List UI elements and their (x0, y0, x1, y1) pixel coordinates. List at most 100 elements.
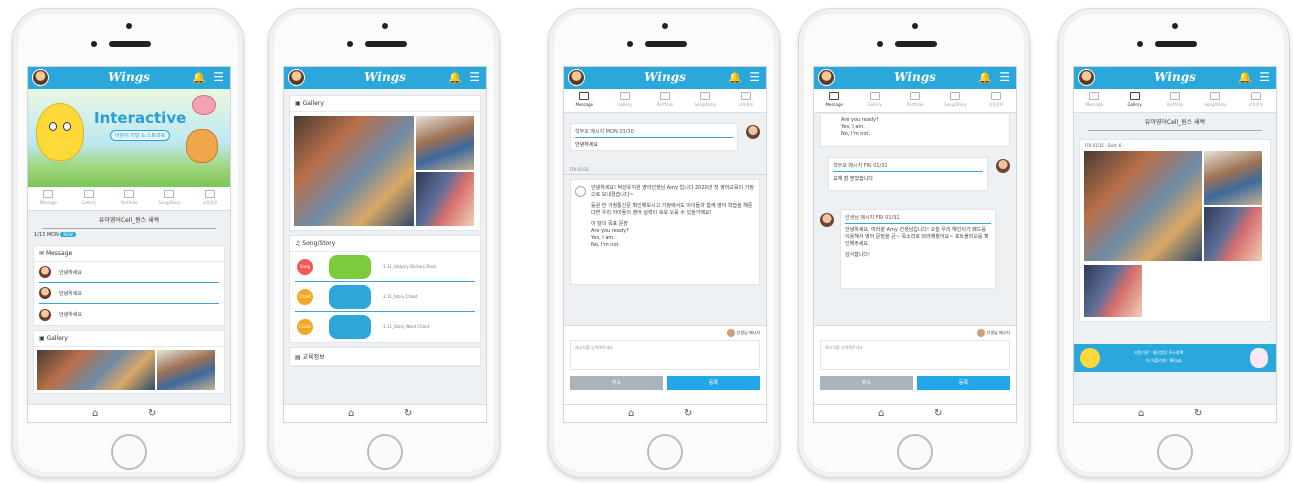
home-button[interactable] (111, 434, 147, 470)
tab-message[interactable]: Message (814, 89, 854, 112)
education-card: ▤ 교육정보 (289, 347, 481, 367)
home-icon[interactable]: ⌂ (348, 408, 354, 419)
gallery-photo[interactable] (416, 116, 474, 170)
gallery-photo[interactable] (1084, 265, 1142, 317)
tab-song-story[interactable]: Song/Story (149, 187, 189, 210)
tab-song-story[interactable]: Song/Story (935, 89, 975, 112)
screen: Wings 🔔 ☰ Message Gallery Portfolio Song… (1073, 66, 1277, 423)
home-button[interactable] (367, 434, 403, 470)
tab-gallery[interactable]: Gallery (854, 89, 894, 112)
menu-icon[interactable]: ☰ (469, 70, 480, 84)
send-button[interactable]: 등록 (667, 376, 760, 390)
gallery-photo[interactable] (1204, 207, 1262, 261)
avatar (727, 329, 736, 337)
tab-education[interactable]: 교육정보 (1236, 89, 1276, 112)
tab-label: Portfolio (906, 102, 924, 107)
home-button[interactable] (1157, 434, 1193, 470)
tab-portfolio[interactable]: Portfolio (109, 187, 149, 210)
list-item[interactable]: 안녕하세요 (39, 304, 219, 325)
tab-gallery[interactable]: Gallery (1114, 89, 1154, 112)
song-title: 3.11_Story Chant (383, 294, 418, 299)
refresh-icon[interactable]: ↻ (404, 408, 412, 419)
gallery-photo[interactable] (1084, 151, 1202, 261)
avatar (39, 287, 51, 299)
home-icon[interactable]: ⌂ (878, 408, 884, 419)
message-icon (579, 92, 590, 100)
tab-education[interactable]: 교육정보 (976, 89, 1016, 112)
message-header-label: Message (45, 250, 73, 257)
send-button[interactable]: 등록 (917, 376, 1010, 390)
list-item[interactable]: 안녕하세요 (39, 262, 219, 283)
tab-portfolio[interactable]: Portfolio (645, 89, 685, 112)
message-header[interactable]: ✉ Message (34, 246, 224, 262)
menu-icon[interactable]: ☰ (999, 70, 1010, 84)
tab-label: 교육정보 (988, 102, 1004, 107)
avatar (39, 266, 51, 278)
message-icon (1089, 92, 1100, 100)
class-title: 유아영어Cell_원스 새싹 (42, 211, 216, 229)
teacher-message-bubble: 안녕하세요! 박성유치원 영어선생님 Amy 입니다 2020년 첫 영어교육이… (570, 179, 760, 285)
tab-label: 교육정보 (1248, 102, 1264, 107)
gallery-photo[interactable] (1204, 151, 1262, 205)
tab-message[interactable]: Message (28, 187, 68, 210)
tab-gallery[interactable]: Gallery (68, 187, 108, 210)
speaker-grille (895, 41, 937, 47)
bell-icon[interactable]: 🔔 (1238, 71, 1252, 84)
tab-song-story[interactable]: Song/Story (685, 89, 725, 112)
footer-text: 지원기관 : 재단법인 주소창팩 (1134, 350, 1184, 355)
home-button[interactable] (897, 434, 933, 470)
menu-icon[interactable]: ☰ (749, 70, 760, 84)
speaker-grille (1155, 41, 1197, 47)
camera-icon (662, 23, 668, 29)
gallery-header[interactable]: ▣ Gallery (34, 331, 224, 347)
list-item[interactable]: Chant 3.11_Story Chant (295, 282, 475, 312)
home-icon[interactable]: ⌂ (92, 408, 98, 419)
gallery-photo[interactable] (157, 350, 215, 390)
tab-education[interactable]: 교육정보 (726, 89, 766, 112)
cancel-button[interactable]: 취소 (820, 376, 913, 390)
bell-icon[interactable]: 🔔 (448, 71, 462, 84)
cancel-button[interactable]: 취소 (570, 376, 663, 390)
gallery-header[interactable]: ▣ Gallery (290, 96, 480, 112)
book-icon (204, 190, 215, 198)
tab-song-story[interactable]: Song/Story (1195, 89, 1235, 112)
message-input[interactable]: 메시지를 입력해주세요 (570, 340, 760, 370)
bell-icon[interactable]: 🔔 (192, 71, 206, 84)
education-header[interactable]: ▤ 교육정보 (290, 348, 480, 366)
gallery-photo[interactable] (294, 116, 414, 226)
home-button[interactable] (647, 434, 683, 470)
tab-message[interactable]: Message (564, 89, 604, 112)
song-thumbnail (329, 255, 371, 279)
tab-label: Portfolio (656, 102, 674, 107)
menu-icon[interactable]: ☰ (1259, 70, 1270, 84)
tab-portfolio[interactable]: Portfolio (1155, 89, 1195, 112)
refresh-icon[interactable]: ↻ (684, 408, 692, 419)
song-header[interactable]: ♫ Song/Story (290, 236, 480, 252)
message-text: 안녕하세요 (59, 290, 83, 297)
gallery-photo[interactable] (416, 172, 474, 226)
date-divider: FRI 01/31 (564, 159, 766, 175)
home-icon[interactable]: ⌂ (1138, 408, 1144, 419)
message-text: Yes, I am. (591, 235, 615, 241)
gallery-photo[interactable] (37, 350, 155, 390)
refresh-icon[interactable]: ↻ (934, 408, 942, 419)
menu-icon[interactable]: ☰ (213, 70, 224, 84)
list-item[interactable]: Chant 3.11_Story Word Chant (295, 312, 475, 342)
list-item[interactable]: Song 3.11_Hickory Dickory Dock (295, 252, 475, 282)
tab-gallery[interactable]: Gallery (604, 89, 644, 112)
list-item[interactable]: 안녕하세요 (39, 283, 219, 304)
tab-portfolio[interactable]: Portfolio (895, 89, 935, 112)
speaker-grille (365, 41, 407, 47)
tab-message[interactable]: Message (1074, 89, 1114, 112)
new-badge: NEW (60, 232, 76, 237)
hero-banner[interactable]: Interactive 어린이 리딩 & 스토리북 (28, 89, 230, 187)
sensor-icon (347, 41, 353, 47)
tab-education[interactable]: 교육정보 (190, 187, 230, 210)
home-icon[interactable]: ⌂ (628, 408, 634, 419)
song-thumbnail (329, 285, 371, 309)
bell-icon[interactable]: 🔔 (978, 71, 992, 84)
bell-icon[interactable]: 🔔 (728, 71, 742, 84)
message-input[interactable]: 메시지를 입력해주세요 (820, 340, 1010, 370)
refresh-icon[interactable]: ↻ (148, 408, 156, 419)
refresh-icon[interactable]: ↻ (1194, 408, 1202, 419)
